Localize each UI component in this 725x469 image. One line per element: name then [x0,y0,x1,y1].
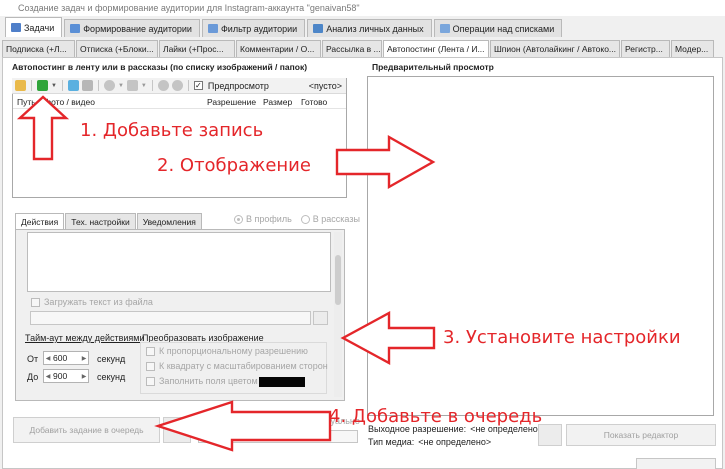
annotation-overlay [16,95,436,452]
annotation-step1: 1. Добавьте запись [80,120,264,141]
annotation-step4: 4. Добавьте в очередь [329,406,543,427]
arrow-left-settings [340,310,436,366]
arrow-up-add [16,95,70,161]
annotation-step3: 3. Установите настройки [443,327,681,348]
arrow-left-queue [154,400,332,452]
annotation-step2: 2. Отображение [157,155,311,176]
arrow-right-preview [335,134,436,190]
